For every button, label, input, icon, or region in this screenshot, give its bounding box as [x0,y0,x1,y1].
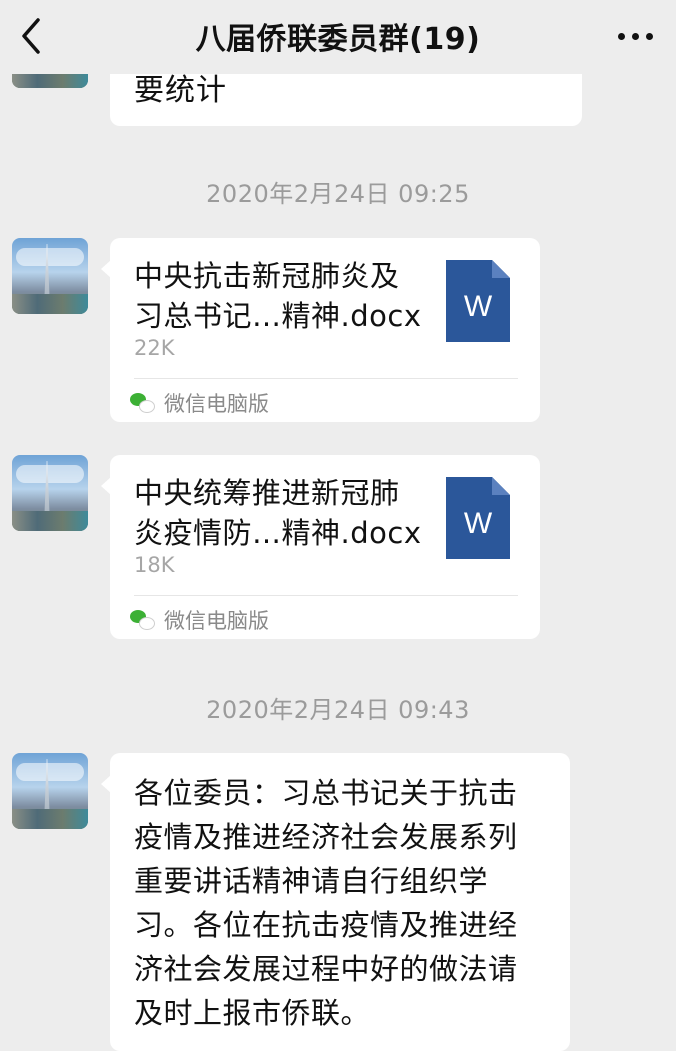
wechat-icon [130,609,156,631]
message-line: 疫情及推进经济社会发展系列 [134,820,518,854]
timestamp: 2020年2月24日 09:43 [206,696,470,724]
message-line: 济社会发展过程中好的做法请 [134,952,518,986]
file-message[interactable]: 中央统筹推进新冠肺 炎疫情防…精神.docx 18K W 微信电脑版 [101,455,540,639]
timestamp: 2020年2月24日 09:25 [206,180,470,208]
wechat-icon [130,392,156,414]
sender-avatar[interactable] [12,455,88,531]
file-message[interactable]: 中央抗击新冠肺炎及 习总书记…精神.docx 22K W 微信电脑版 [101,238,540,422]
message-line: 重要讲话精神请自行组织学 [134,864,489,898]
sender-avatar[interactable] [12,238,88,314]
chat-title: 八届侨联委员群(19) [195,22,481,57]
sender-avatar[interactable] [12,753,88,829]
text-message[interactable]: 各位委员：习总书记关于抗击 疫情及推进经济社会发展系列 重要讲话精神请自行组织学… [101,753,570,1051]
word-doc-icon: W [446,477,510,559]
file-name: 中央统筹推进新冠肺 炎疫情防…精神.docx [134,476,422,550]
divider [134,595,518,596]
message-line: 及时上报市侨联。 [134,996,371,1030]
message-list[interactable]: 要统计 2020年2月24日 09:25 中央抗击新冠肺炎及 习总书记…精神.d… [0,0,676,1051]
message-line: 习。各位在抗击疫情及推进经 [134,908,518,942]
file-source: 微信电脑版 [130,605,269,635]
divider [134,378,518,379]
ellipsis-icon [618,33,625,40]
word-doc-icon: W [446,260,510,342]
title-bar: 八届侨联委员群(19) [0,0,676,74]
message-line: 各位委员：习总书记关于抗击 [134,776,518,810]
message-text: 要统计 [134,73,227,108]
file-size: 18K [134,553,175,577]
file-source: 微信电脑版 [130,388,269,418]
file-name: 中央抗击新冠肺炎及 习总书记…精神.docx [134,259,422,333]
more-button[interactable] [614,18,658,54]
file-size: 22K [134,336,175,360]
